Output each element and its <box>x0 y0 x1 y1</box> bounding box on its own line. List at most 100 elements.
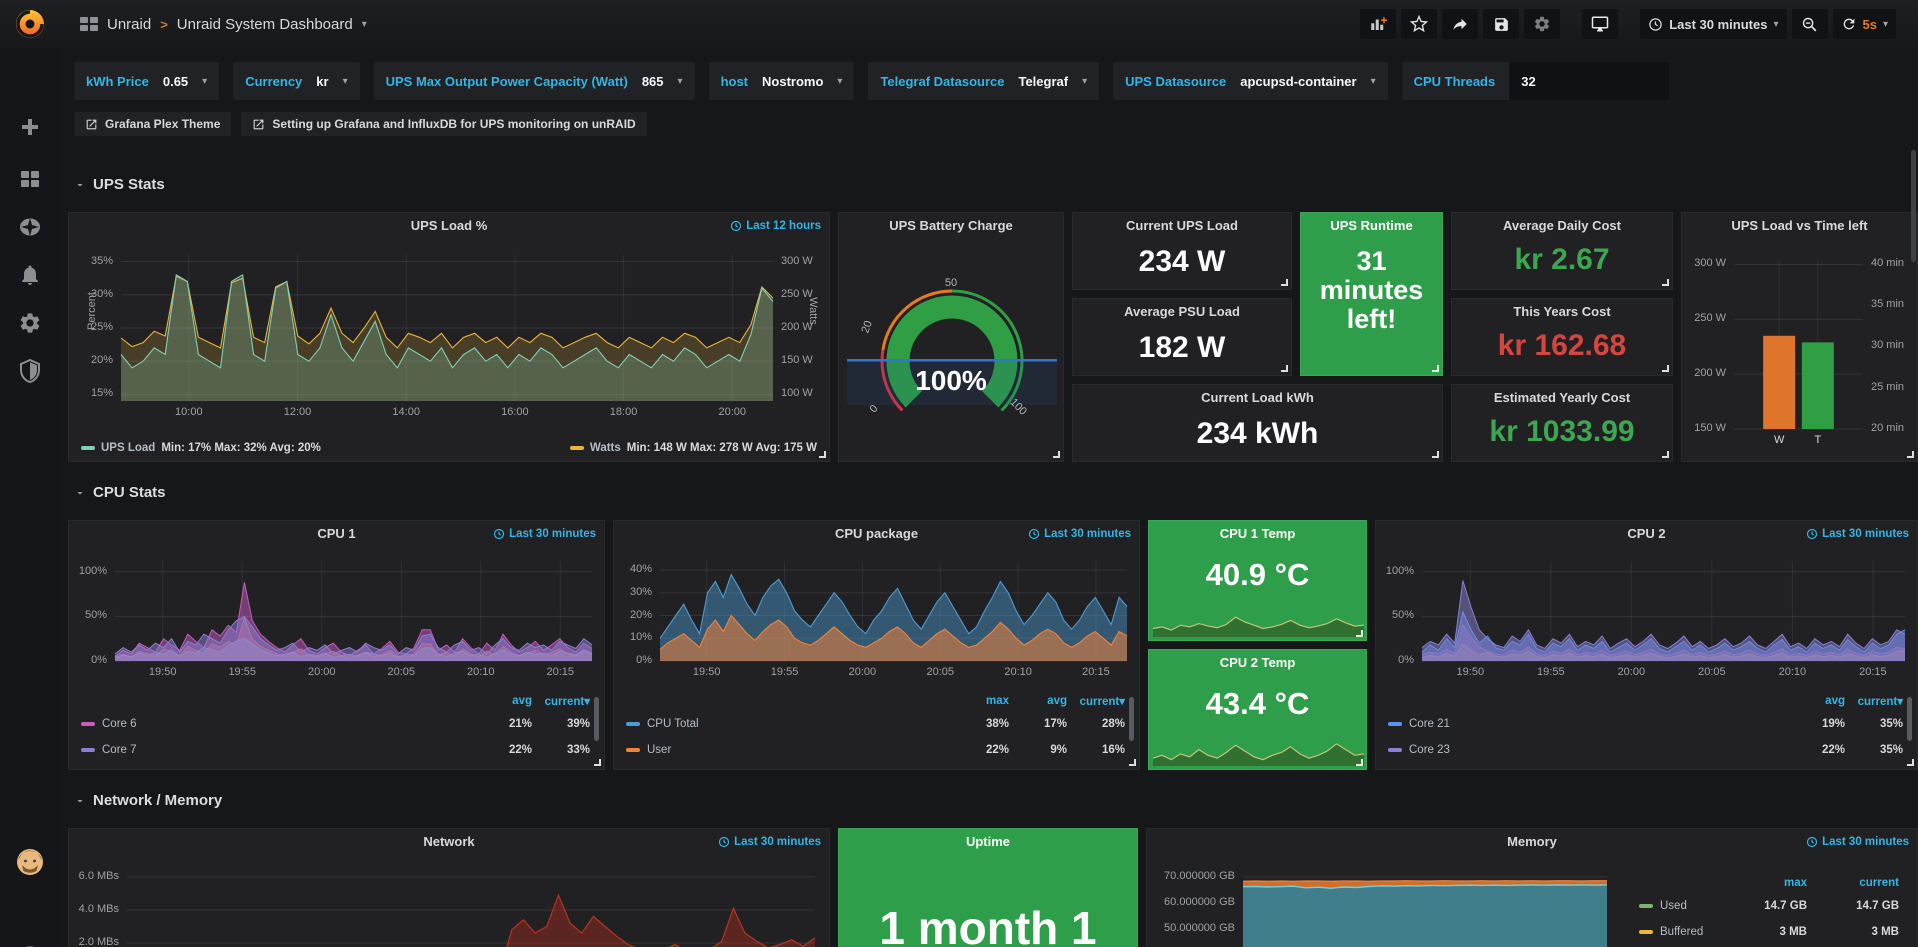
memory-chart[interactable]: 70.000000 GB60.000000 GB50.000000 GB <box>1147 855 1617 947</box>
panel-title[interactable]: Current UPS Load <box>1073 213 1291 239</box>
panel-title[interactable]: Uptime <box>839 829 1137 855</box>
section-cpu-stats[interactable]: CPU Stats <box>74 484 166 501</box>
panel-title[interactable]: Current Load kWh <box>1073 385 1442 411</box>
cpu-package-chart[interactable]: 40%30%20%10%0%19:5019:5520:0020:0520:102… <box>614 547 1140 691</box>
axis-tick: 200 W <box>1682 367 1726 379</box>
cpu1-chart[interactable]: 100%50%0%19:5019:5520:0020:0520:1020:15 <box>69 547 605 691</box>
legend-sort-column[interactable]: max <box>951 695 1009 707</box>
ups-load-chart[interactable]: 35%30%25%20%15%300 W250 W200 W150 W100 W… <box>69 239 830 429</box>
user-avatar[interactable] <box>16 848 44 876</box>
breadcrumb-folder[interactable]: Unraid <box>107 16 151 33</box>
star-dashboard-button[interactable] <box>1401 9 1437 39</box>
dashboard-settings-button[interactable] <box>1524 9 1560 39</box>
series-color-swatch <box>1388 722 1402 726</box>
refresh-button[interactable]: 5s ▾ <box>1833 9 1897 39</box>
legend-header-row: avgcurrent▾ <box>1388 691 1903 711</box>
panel-title[interactable]: CPU 1 Last 30 minutes <box>69 521 604 547</box>
create-plus-icon[interactable] <box>18 115 42 139</box>
panel-title[interactable]: CPU package Last 30 minutes <box>614 521 1139 547</box>
legend-sort-column[interactable]: current <box>1807 877 1899 889</box>
panel-title[interactable]: UPS Runtime <box>1301 213 1442 239</box>
legend-sort-column[interactable]: current▾ <box>1067 694 1125 708</box>
page-scrollbar[interactable] <box>1911 150 1916 262</box>
tv-cycle-view-button[interactable] <box>1582 9 1618 39</box>
panel-time-override[interactable]: Last 30 minutes <box>1806 829 1909 855</box>
panel-title[interactable]: CPU 2 Temp <box>1149 650 1366 676</box>
dashboard-grid-icon[interactable] <box>80 17 98 31</box>
variable-host[interactable]: hostNostromo▾ <box>709 62 855 100</box>
share-dashboard-button[interactable] <box>1442 9 1478 39</box>
panel-title[interactable]: CPU 2 Last 30 minutes <box>1376 521 1917 547</box>
panel-title[interactable]: UPS Battery Charge <box>839 213 1063 239</box>
panel-title[interactable]: This Years Cost <box>1452 299 1672 325</box>
legend-series-row[interactable]: CPU Total38%17%28% <box>626 711 1125 737</box>
network-chart[interactable]: 6.0 MBs4.0 MBs2.0 MBs <box>69 855 830 947</box>
legend-scrollbar[interactable] <box>594 697 599 741</box>
explore-compass-icon[interactable] <box>18 215 42 239</box>
axis-tick: 20:15 <box>536 666 584 678</box>
time-range-picker[interactable]: Last 30 minutes ▾ <box>1640 9 1786 39</box>
section-network-memory[interactable]: Network / Memory <box>74 792 222 809</box>
add-panel-button[interactable] <box>1360 9 1396 39</box>
breadcrumb-dashboard-title[interactable]: Unraid System Dashboard <box>177 16 353 33</box>
server-admin-shield-icon[interactable] <box>18 359 42 383</box>
cpu-threads-input[interactable]: 32 <box>1509 62 1669 100</box>
panel-title[interactable]: Network Last 30 minutes <box>69 829 829 855</box>
panel-time-override[interactable]: Last 30 minutes <box>1028 521 1131 547</box>
panel-title[interactable]: Average PSU Load <box>1073 299 1291 325</box>
dashboards-icon[interactable] <box>18 167 42 191</box>
legend-series-row[interactable]: User22%9%16% <box>626 737 1125 763</box>
legend-series-row[interactable]: Core 2119%35% <box>1388 711 1903 737</box>
legend-scrollbar[interactable] <box>1129 697 1134 741</box>
section-ups-stats[interactable]: UPS Stats <box>74 176 165 193</box>
panel-title[interactable]: CPU 1 Temp <box>1149 521 1366 547</box>
legend-sort-column[interactable]: current▾ <box>1845 694 1903 708</box>
legend-series-row[interactable]: Core 722%33% <box>81 737 590 763</box>
panel-title[interactable]: Estimated Yearly Cost <box>1452 385 1672 411</box>
dashboard-links-row: Grafana Plex Theme Setting up Grafana an… <box>74 112 647 136</box>
legend-series-row[interactable]: Core 621%39% <box>81 711 590 737</box>
alerting-bell-icon[interactable] <box>18 263 42 287</box>
link-ups-monitoring-guide[interactable]: Setting up Grafana and InfluxDB for UPS … <box>241 112 646 136</box>
axis-tick: 20:00 <box>1607 666 1655 678</box>
save-dashboard-button[interactable] <box>1483 9 1519 39</box>
legend-series-row[interactable]: Core 2322%35% <box>1388 737 1903 763</box>
cpu1-temp-sparkline <box>1153 607 1364 637</box>
legend-sort-column[interactable]: avg <box>1787 695 1845 707</box>
variable-kwh-price[interactable]: kWh Price0.65▾ <box>74 62 219 100</box>
legend-series-row[interactable]: Buffered3 MB3 MB <box>1639 919 1899 945</box>
grafana-logo-icon[interactable] <box>13 7 47 41</box>
legend-sort-column[interactable]: avg <box>1009 695 1067 707</box>
legend-watts[interactable]: WattsMin: 148 W Max: 278 W Avg: 175 W <box>570 442 817 454</box>
panel-title[interactable]: UPS Load vs Time left <box>1682 213 1917 239</box>
chevron-down-icon[interactable]: ▾ <box>362 19 367 30</box>
panel-time-override[interactable]: Last 30 minutes <box>718 829 821 855</box>
panel-title[interactable]: Memory Last 30 minutes <box>1147 829 1917 855</box>
axis-tick: 250 W <box>1682 312 1726 324</box>
external-link-icon <box>85 118 98 131</box>
legend-sort-column[interactable]: max <box>1715 877 1807 889</box>
legend-scrollbar[interactable] <box>1907 697 1912 741</box>
chevron-down-icon: ▾ <box>1082 76 1087 87</box>
panel-time-override[interactable]: Last 30 minutes <box>1806 521 1909 547</box>
panel-title[interactable]: Average Daily Cost <box>1452 213 1672 239</box>
legend-sort-column[interactable]: avg <box>474 695 532 707</box>
panel-time-override[interactable]: Last 30 minutes <box>493 521 596 547</box>
variable-telegraf-datasource[interactable]: Telegraf DatasourceTelegraf▾ <box>868 62 1099 100</box>
legend-value: 38% <box>951 718 1009 730</box>
variable-ups-datasource[interactable]: UPS Datasourceapcupsd-container▾ <box>1113 62 1387 100</box>
panel-title[interactable]: UPS Load % Last 12 hours <box>69 213 829 239</box>
configuration-gear-icon[interactable] <box>18 311 42 335</box>
axis-tick: 0% <box>69 654 107 666</box>
legend-series-row[interactable]: Used14.7 GB14.7 GB <box>1639 893 1899 919</box>
legend-sort-column[interactable]: current▾ <box>532 694 590 708</box>
cpu2-chart[interactable]: 100%50%0%19:5019:5520:0020:0520:1020:15 <box>1376 547 1918 691</box>
variable-ups-max-output[interactable]: UPS Max Output Power Capacity (Watt)865▾ <box>374 62 695 100</box>
axis-tick: 16:00 <box>491 406 539 418</box>
link-grafana-plex-theme[interactable]: Grafana Plex Theme <box>74 112 231 136</box>
variable-currency[interactable]: Currencykr▾ <box>233 62 359 100</box>
legend-ups-load[interactable]: UPS LoadMin: 17% Max: 32% Avg: 20% <box>81 442 321 454</box>
ups-bar-chart[interactable]: 300 W250 W200 W150 W40 min35 min30 min25… <box>1682 239 1918 459</box>
panel-time-override[interactable]: Last 12 hours <box>730 213 821 239</box>
zoom-out-time-button[interactable] <box>1792 9 1828 39</box>
